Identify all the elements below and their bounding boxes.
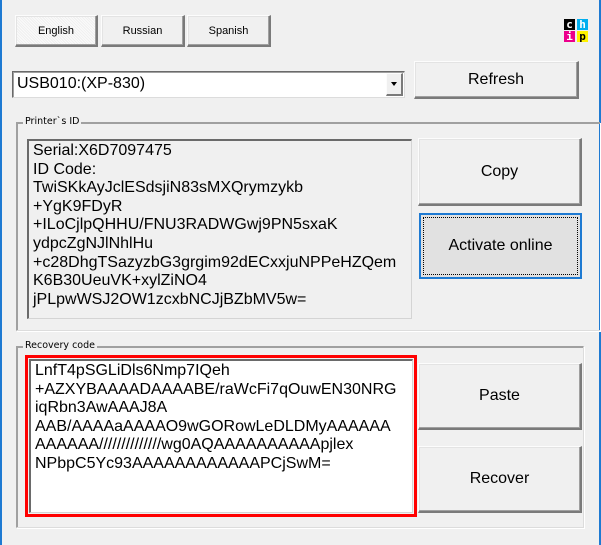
language-button-russian[interactable]: Russian [101, 15, 185, 47]
copy-button[interactable]: Copy [418, 138, 582, 206]
printer-select[interactable]: USB010:(XP-830) [12, 71, 405, 98]
language-button-english[interactable]: English [15, 15, 98, 47]
logo-letter-i: i [564, 31, 575, 42]
chevron-down-icon [391, 82, 397, 86]
printer-select-dropdown-button[interactable] [386, 73, 403, 96]
logo-letter-h: h [577, 19, 588, 30]
recovery-code-textarea[interactable]: LnfT4pSGLiDls6Nmp7IQeh +AZXYBAAAADAAAABE… [29, 359, 413, 513]
refresh-button[interactable]: Refresh [414, 61, 579, 99]
window-border-left [0, 0, 2, 545]
printer-id-group-label: Printer`s ID [23, 116, 82, 128]
activate-online-label: Activate online [448, 237, 553, 254]
recovery-code-group-label: Recovery code [23, 340, 97, 352]
paste-button[interactable]: Paste [418, 363, 582, 430]
recover-button[interactable]: Recover [418, 446, 582, 513]
printer-id-textarea[interactable]: Serial:X6D7097475 ID Code: TwiSKkAyJclES… [27, 139, 412, 319]
logo-letter-c: c [564, 19, 575, 30]
language-button-spanish[interactable]: Spanish [187, 15, 271, 47]
activate-online-button[interactable]: Activate online [419, 213, 582, 279]
printer-select-value: USB010:(XP-830) [17, 75, 146, 92]
chip-logo-icon: c h i p [564, 19, 590, 43]
logo-letter-p: p [577, 31, 588, 42]
